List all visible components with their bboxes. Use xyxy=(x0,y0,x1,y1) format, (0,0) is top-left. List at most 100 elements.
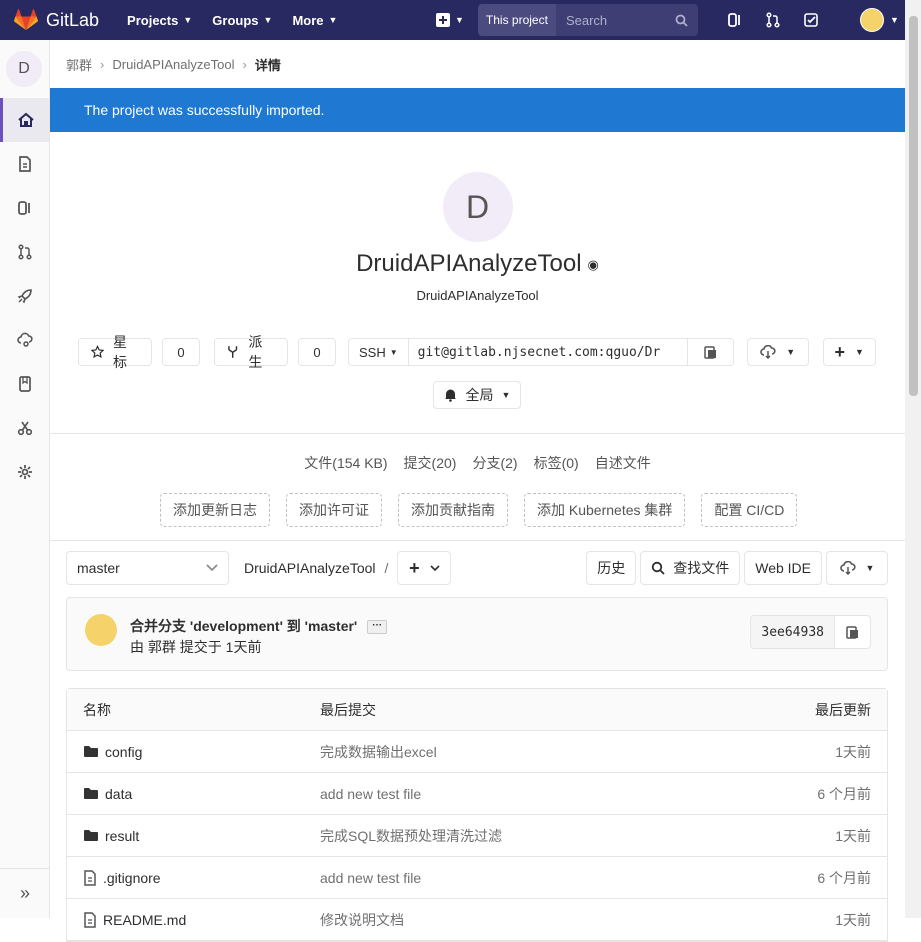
chevron-right-icon: › xyxy=(242,56,247,72)
star-icon xyxy=(91,345,104,359)
search-bar: This project Search xyxy=(477,4,698,36)
web-ide-button[interactable]: Web IDE xyxy=(744,551,822,585)
notification-dropdown[interactable]: 全局 ▼ xyxy=(433,381,521,409)
breadcrumb-project[interactable]: DruidAPIAnalyzeTool xyxy=(112,57,234,72)
search-scope-badge[interactable]: This project xyxy=(477,4,556,36)
project-sidebar: D » xyxy=(0,40,50,918)
star-button[interactable]: 星标 xyxy=(78,334,152,370)
add-file-dropdown[interactable]: + xyxy=(397,551,452,585)
table-row[interactable]: result 完成SQL数据预处理清洗过滤 1天前 xyxy=(67,815,887,857)
flash-notice: The project was successfully imported. xyxy=(50,88,905,132)
sidebar-project-avatar[interactable]: D xyxy=(6,51,42,87)
stat-files[interactable]: 文件(154 KB) xyxy=(304,453,387,473)
user-menu[interactable]: ▼ xyxy=(859,8,899,32)
todo-check-icon xyxy=(804,13,818,27)
scrollbar-thumb[interactable] xyxy=(909,16,918,396)
file-name[interactable]: result xyxy=(105,828,139,844)
branch-select[interactable]: master xyxy=(66,551,229,585)
file-commit[interactable]: add new test file xyxy=(320,870,740,886)
breadcrumb-group[interactable]: 郭群 xyxy=(66,55,92,74)
stat-readme[interactable]: 自述文件 xyxy=(595,453,651,473)
commit-expand-button[interactable]: ··· xyxy=(367,620,388,635)
file-name[interactable]: config xyxy=(105,744,142,760)
commit-author-avatar[interactable] xyxy=(85,614,117,646)
chevron-down-icon: ▼ xyxy=(183,15,193,25)
clone-protocol-select[interactable]: SSH ▼ xyxy=(348,338,409,366)
fork-button[interactable]: 派生 xyxy=(214,334,288,370)
quick-actions: 添加更新日志 添加许可证 添加贡献指南 添加 Kubernetes 集群 配置 … xyxy=(160,493,813,527)
sidebar-item-settings[interactable] xyxy=(0,450,49,494)
breadcrumb-current[interactable]: 详情 xyxy=(255,55,281,74)
col-name-header: 名称 xyxy=(83,701,111,718)
page-scrollbar[interactable] xyxy=(905,0,921,918)
file-commit[interactable]: 修改说明文档 xyxy=(320,910,740,930)
table-row[interactable]: config 完成数据输出excel 1天前 xyxy=(67,731,887,773)
stat-branches[interactable]: 分支(2) xyxy=(472,453,517,473)
sidebar-item-merge-requests[interactable] xyxy=(0,230,49,274)
file-icon xyxy=(83,869,97,886)
plus-icon: + xyxy=(834,341,845,362)
sidebar-item-issues[interactable] xyxy=(0,186,49,230)
nav-more[interactable]: More ▼ xyxy=(292,13,337,28)
sidebar-item-repository[interactable] xyxy=(0,142,49,186)
sidebar-item-project[interactable] xyxy=(0,98,49,142)
add-kubernetes-button[interactable]: 添加 Kubernetes 集群 xyxy=(524,493,686,527)
add-changelog-button[interactable]: 添加更新日志 xyxy=(160,493,270,527)
copy-url-button[interactable] xyxy=(687,338,734,366)
history-button[interactable]: 历史 xyxy=(586,551,637,585)
download-dropdown[interactable]: ▼ xyxy=(746,338,809,366)
search-icon xyxy=(675,14,688,27)
file-icon xyxy=(83,911,97,928)
add-license-button[interactable]: 添加许可证 xyxy=(286,493,382,527)
commit-sha[interactable]: 3ee64938 xyxy=(750,615,835,649)
file-name[interactable]: data xyxy=(105,786,132,802)
clipboard-icon xyxy=(703,346,716,359)
todos-nav-button[interactable] xyxy=(792,12,830,28)
add-dropdown[interactable]: + ▼ xyxy=(822,338,876,366)
clone-url-input[interactable]: git@gitlab.njsecnet.com:qguo/Dr xyxy=(408,338,688,366)
issues-nav-button[interactable] xyxy=(716,12,754,28)
new-dropdown-button[interactable]: ▼ xyxy=(436,13,464,27)
sidebar-item-operations[interactable] xyxy=(0,318,49,362)
star-count[interactable]: 0 xyxy=(162,338,200,366)
chevron-down-icon: ▼ xyxy=(389,347,398,357)
find-file-button[interactable]: 查找文件 xyxy=(640,551,741,585)
tree-controls: master DruidAPIAnalyzeTool / + 历史 查找文件 We… xyxy=(66,551,888,585)
breadcrumb: 郭群 › DruidAPIAnalyzeTool › 详情 xyxy=(50,40,905,88)
table-row[interactable]: data add new test file 6 个月前 xyxy=(67,773,887,815)
table-row[interactable]: .gitignore add new test file 6 个月前 xyxy=(67,857,887,899)
nav-projects[interactable]: Projects ▼ xyxy=(127,13,192,28)
download-source-dropdown[interactable]: ▼ xyxy=(826,551,888,585)
path-separator: / xyxy=(384,560,389,576)
sidebar-item-snippets[interactable] xyxy=(0,406,49,450)
file-commit[interactable]: add new test file xyxy=(320,786,740,802)
stat-commits[interactable]: 提交(20) xyxy=(404,453,457,473)
path-root[interactable]: DruidAPIAnalyzeTool xyxy=(244,560,376,576)
nav-groups-label: Groups xyxy=(212,12,259,28)
nav-groups[interactable]: Groups ▼ xyxy=(212,13,272,28)
issues-icon xyxy=(17,201,30,215)
merge-requests-nav-button[interactable] xyxy=(754,12,792,28)
bell-icon xyxy=(444,389,456,402)
nav-right: ▼ This project Search ▼ xyxy=(436,4,899,36)
fork-count[interactable]: 0 xyxy=(298,338,336,366)
file-commit[interactable]: 完成数据输出excel xyxy=(320,742,740,762)
gitlab-logo[interactable]: GitLab xyxy=(14,9,99,31)
file-name[interactable]: .gitignore xyxy=(103,870,161,886)
setup-ci-cd-button[interactable]: 配置 CI/CD xyxy=(701,493,798,527)
rocket-icon xyxy=(17,289,32,304)
copy-sha-button[interactable] xyxy=(835,615,871,649)
commit-title[interactable]: 合并分支 'development' 到 'master' xyxy=(130,618,357,634)
file-name[interactable]: README.md xyxy=(103,912,186,928)
sidebar-item-wiki[interactable] xyxy=(0,362,49,406)
collapse-sidebar-button[interactable]: » xyxy=(0,868,50,918)
last-commit-panel: 合并分支 'development' 到 'master' ··· 由 郭群 提交… xyxy=(66,597,888,671)
table-row[interactable]: README.md 修改说明文档 1天前 xyxy=(67,899,887,941)
add-contributing-button[interactable]: 添加贡献指南 xyxy=(398,493,508,527)
file-commit[interactable]: 完成SQL数据预处理清洗过滤 xyxy=(320,826,740,846)
divider xyxy=(50,540,905,541)
stat-tags[interactable]: 标签(0) xyxy=(534,453,579,473)
sidebar-item-ci-cd[interactable] xyxy=(0,274,49,318)
commit-meta: 由 郭群 提交于 1天前 xyxy=(130,639,262,655)
search-input[interactable]: Search xyxy=(555,4,698,36)
